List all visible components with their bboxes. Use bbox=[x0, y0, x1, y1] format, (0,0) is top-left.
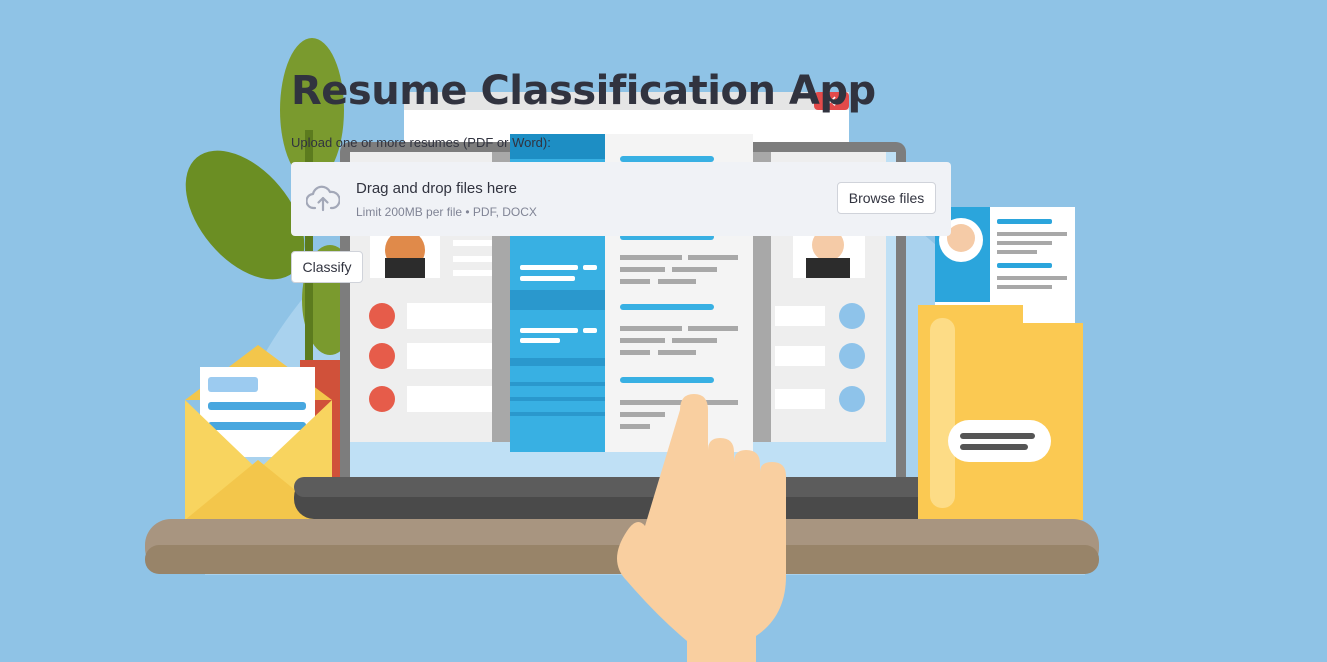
dropzone-limit: Limit 200MB per file • PDF, DOCX bbox=[356, 205, 537, 219]
page-title: Resume Classification App bbox=[291, 68, 876, 114]
cloud-upload-icon bbox=[306, 185, 340, 212]
browse-files-button[interactable]: Browse files bbox=[837, 182, 936, 214]
dropzone-title: Drag and drop files here bbox=[356, 180, 517, 197]
app-stage: ✕ Resume Classification App Upload one o… bbox=[0, 0, 1327, 662]
file-dropzone[interactable]: Drag and drop files here Limit 200MB per… bbox=[291, 162, 951, 236]
classify-button[interactable]: Classify bbox=[291, 251, 363, 283]
upload-label: Upload one or more resumes (PDF or Word)… bbox=[291, 135, 551, 150]
